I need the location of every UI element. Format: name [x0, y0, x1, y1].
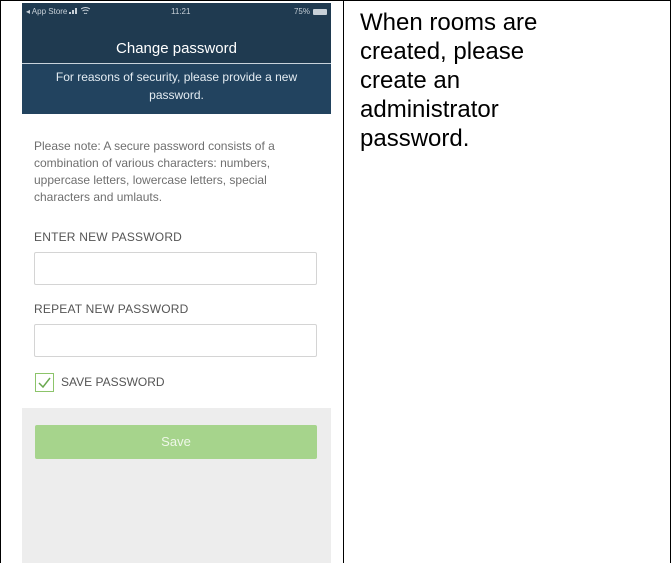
form-panel: Please note: A secure password consists …: [22, 114, 331, 408]
save-button[interactable]: Save: [35, 425, 317, 459]
save-password-label[interactable]: SAVE PASSWORD: [61, 375, 165, 389]
phone-screen: ◂ App Store 11:21 75% Change password Fo…: [22, 3, 331, 563]
status-right: 75%: [294, 7, 327, 16]
repeat-password-field[interactable]: [34, 324, 317, 357]
checkmark-icon: [38, 377, 51, 388]
caption-line: When rooms are: [360, 9, 538, 36]
back-to-app-store-link[interactable]: ◂ App Store: [26, 7, 67, 16]
wifi-icon: [81, 7, 91, 16]
status-bar: ◂ App Store 11:21 75%: [22, 3, 331, 20]
caption-line: created, please: [360, 38, 525, 65]
caption-line: password.: [360, 125, 470, 152]
nav-bar: Change password: [22, 20, 331, 63]
new-password-label: ENTER NEW PASSWORD: [34, 230, 183, 244]
status-left: ◂ App Store: [26, 7, 91, 16]
caption-line: administrator: [360, 96, 499, 123]
signal-icon: [69, 7, 79, 16]
caption-line: create an: [360, 67, 461, 94]
page-title: Change password: [116, 40, 237, 57]
security-banner: For reasons of security, please provide …: [22, 63, 331, 114]
save-password-checkbox[interactable]: [35, 373, 54, 392]
status-time: 11:21: [171, 7, 191, 16]
new-password-field[interactable]: [34, 252, 317, 285]
battery-icon: [313, 8, 327, 15]
instruction-caption: When rooms are created, please create an…: [360, 8, 660, 153]
battery-percent: 75%: [293, 7, 310, 16]
repeat-password-label: REPEAT NEW PASSWORD: [34, 302, 189, 316]
password-note: Please note: A secure password consists …: [34, 139, 275, 204]
column-divider: [343, 0, 344, 563]
